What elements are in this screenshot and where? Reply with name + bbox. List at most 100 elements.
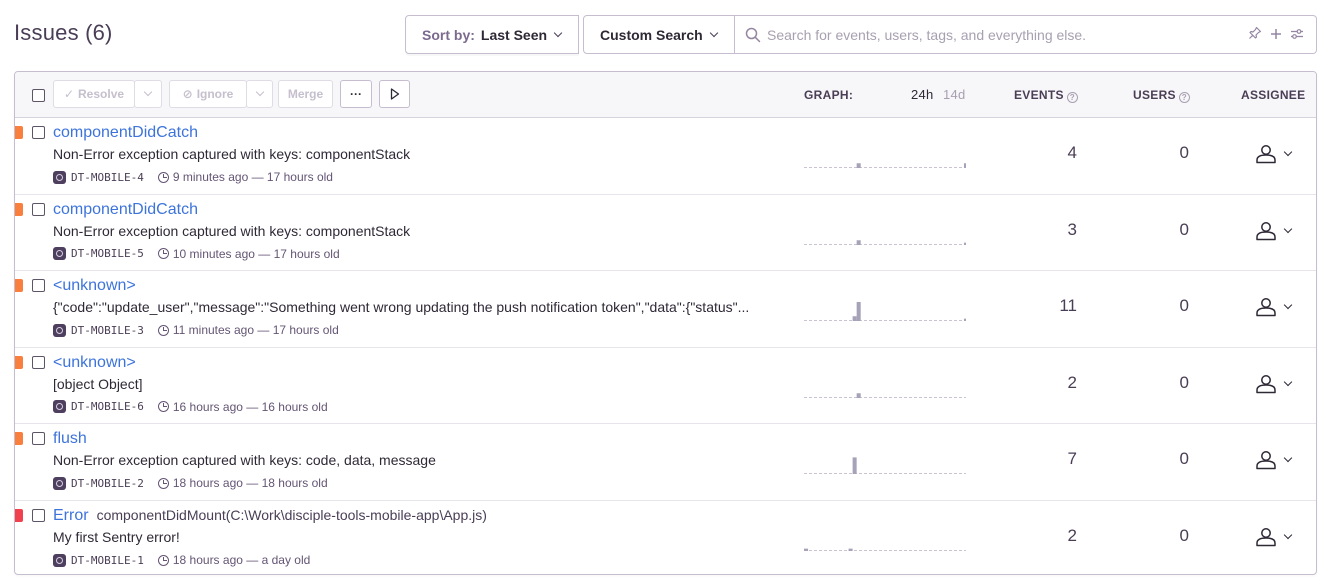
- issue-title-link[interactable]: Error componentDidMount(C:\Work\disciple-…: [53, 507, 487, 525]
- issues-toolbar: ✓ Resolve ⊘ Ignore Merge ··· GRAPH: 24h …: [15, 72, 1316, 118]
- user-count: 0: [1179, 296, 1189, 316]
- react-project-icon: [53, 323, 66, 337]
- resolve-button[interactable]: ✓ Resolve: [53, 80, 135, 108]
- sliders-icon[interactable]: [1290, 27, 1304, 43]
- issue-meta: DT-MOBILE-1 18 hours ago — a day old: [53, 553, 310, 567]
- issue-row[interactable]: <unknown> [object Object] DT-MOBILE-6 16…: [15, 348, 1316, 425]
- sort-by-dropdown[interactable]: Sort by: Last Seen: [405, 15, 579, 54]
- assignee-selector[interactable]: [1255, 221, 1293, 241]
- user-count: 0: [1179, 143, 1189, 162]
- issue-meta: DT-MOBILE-2 18 hours ago — 18 hours old: [53, 476, 328, 490]
- issue-title-link[interactable]: componentDidCatch: [53, 201, 206, 219]
- event-graph: [804, 163, 966, 168]
- custom-search-label: Custom Search: [600, 26, 703, 43]
- issue-title-link[interactable]: <unknown>: [53, 277, 144, 295]
- issue-checkbox[interactable]: [32, 202, 45, 216]
- assignee-selector[interactable]: [1255, 450, 1293, 470]
- period-14d-toggle[interactable]: 14d: [943, 87, 966, 102]
- help-icon[interactable]: ?: [1066, 92, 1078, 103]
- event-count: 2: [1067, 372, 1077, 392]
- user-icon: [1256, 528, 1276, 547]
- merge-label: Merge: [287, 87, 324, 101]
- event-graph: [804, 239, 966, 245]
- issue-message: Non-Error exception captured with keys: …: [53, 146, 411, 162]
- issue-checkbox[interactable]: [32, 355, 45, 369]
- user-count: 0: [1179, 372, 1189, 392]
- issue-message: My first Sentry error!: [53, 529, 180, 545]
- issue-short-id[interactable]: DT-MOBILE-4: [71, 171, 144, 184]
- issue-title-link[interactable]: flush: [53, 430, 95, 448]
- issue-row[interactable]: componentDidCatch Non-Error exception ca…: [15, 195, 1316, 272]
- resolve-label: Resolve: [78, 87, 125, 101]
- help-icon[interactable]: ?: [1178, 92, 1190, 103]
- issue-row[interactable]: componentDidCatch Non-Error exception ca…: [15, 118, 1316, 195]
- period-24h-toggle[interactable]: 24h: [911, 87, 934, 102]
- chevron-down-icon: [143, 87, 153, 97]
- issue-time: 9 minutes ago — 17 hours old: [172, 170, 333, 184]
- assignee-column-header: ASSIGNEE: [1241, 88, 1306, 102]
- users-column-header: USERS?: [1133, 88, 1190, 103]
- clock-icon: [157, 171, 169, 183]
- user-count: 0: [1179, 526, 1189, 545]
- issue-message: Non-Error exception captured with keys: …: [53, 452, 436, 469]
- issue-meta: DT-MOBILE-6 16 hours ago — 16 hours old: [53, 400, 328, 414]
- custom-search-dropdown[interactable]: Custom Search: [583, 15, 735, 54]
- issue-short-id[interactable]: DT-MOBILE-2: [71, 477, 144, 490]
- react-project-icon: [53, 247, 66, 261]
- play-realtime-button[interactable]: [379, 80, 410, 108]
- issue-title-link[interactable]: <unknown>: [53, 354, 144, 372]
- resolve-dropdown-button[interactable]: [134, 80, 162, 108]
- issue-time: 11 minutes ago — 17 hours old: [172, 323, 339, 338]
- chevron-down-icon: [709, 28, 718, 37]
- ignore-dropdown-button[interactable]: [246, 80, 273, 108]
- issue-short-id[interactable]: DT-MOBILE-5: [71, 247, 144, 260]
- search-icon: [743, 25, 763, 45]
- events-column-header: EVENTS?: [1014, 88, 1078, 103]
- issue-row[interactable]: flush Non-Error exception captured with …: [15, 424, 1316, 501]
- issue-message: Non-Error exception captured with keys: …: [53, 222, 411, 239]
- issue-row[interactable]: Error componentDidMount(C:\Work\disciple-…: [15, 501, 1316, 574]
- event-graph: [804, 548, 966, 551]
- search-input[interactable]: [767, 26, 1248, 43]
- issue-checkbox[interactable]: [32, 126, 45, 139]
- react-project-icon: [53, 170, 66, 184]
- clock-icon: [157, 248, 169, 260]
- issue-title: <unknown>: [53, 353, 136, 371]
- graph-bar: [852, 457, 857, 475]
- user-icon: [1256, 374, 1276, 394]
- assignee-selector[interactable]: [1255, 297, 1293, 317]
- issue-short-id[interactable]: DT-MOBILE-1: [71, 554, 144, 567]
- event-graph: [804, 393, 966, 398]
- level-indicator: [15, 279, 23, 293]
- issue-checkbox[interactable]: [32, 509, 45, 522]
- ignore-label: Ignore: [196, 87, 234, 101]
- more-actions-button[interactable]: ···: [340, 80, 372, 108]
- issue-meta: DT-MOBILE-3 11 minutes ago — 17 hours ol…: [53, 323, 339, 337]
- pin-icon[interactable]: [1248, 26, 1262, 43]
- issue-short-id[interactable]: DT-MOBILE-3: [71, 324, 144, 337]
- issue-title-link[interactable]: componentDidCatch: [53, 124, 206, 142]
- level-indicator: [15, 126, 23, 139]
- assignee-selector[interactable]: [1255, 374, 1293, 394]
- event-graph: [804, 302, 966, 322]
- ignore-button[interactable]: ⊘ Ignore: [169, 80, 247, 108]
- issue-short-id[interactable]: DT-MOBILE-6: [71, 400, 144, 413]
- graph-bar: [856, 163, 861, 168]
- graph-bar: [856, 302, 861, 322]
- issue-row[interactable]: <unknown> {"code":"update_user","message…: [15, 271, 1316, 348]
- merge-button[interactable]: Merge: [278, 80, 333, 108]
- level-indicator: [15, 202, 23, 216]
- chevron-down-icon: [1283, 300, 1293, 310]
- issue-time: 10 minutes ago — 17 hours old: [172, 246, 340, 261]
- issue-location: componentDidMount(C:\Work\disciple-tools…: [96, 507, 487, 523]
- issue-checkbox[interactable]: [32, 432, 45, 446]
- page-title: Issues (6): [14, 20, 113, 45]
- react-project-icon: [53, 553, 66, 567]
- user-icon: [1256, 145, 1276, 164]
- assignee-selector[interactable]: [1255, 144, 1293, 164]
- select-all-checkbox[interactable]: [32, 89, 45, 102]
- assignee-selector[interactable]: [1255, 527, 1293, 547]
- issue-checkbox[interactable]: [32, 279, 45, 293]
- add-icon[interactable]: [1270, 27, 1282, 43]
- chevron-down-icon: [1283, 377, 1293, 387]
